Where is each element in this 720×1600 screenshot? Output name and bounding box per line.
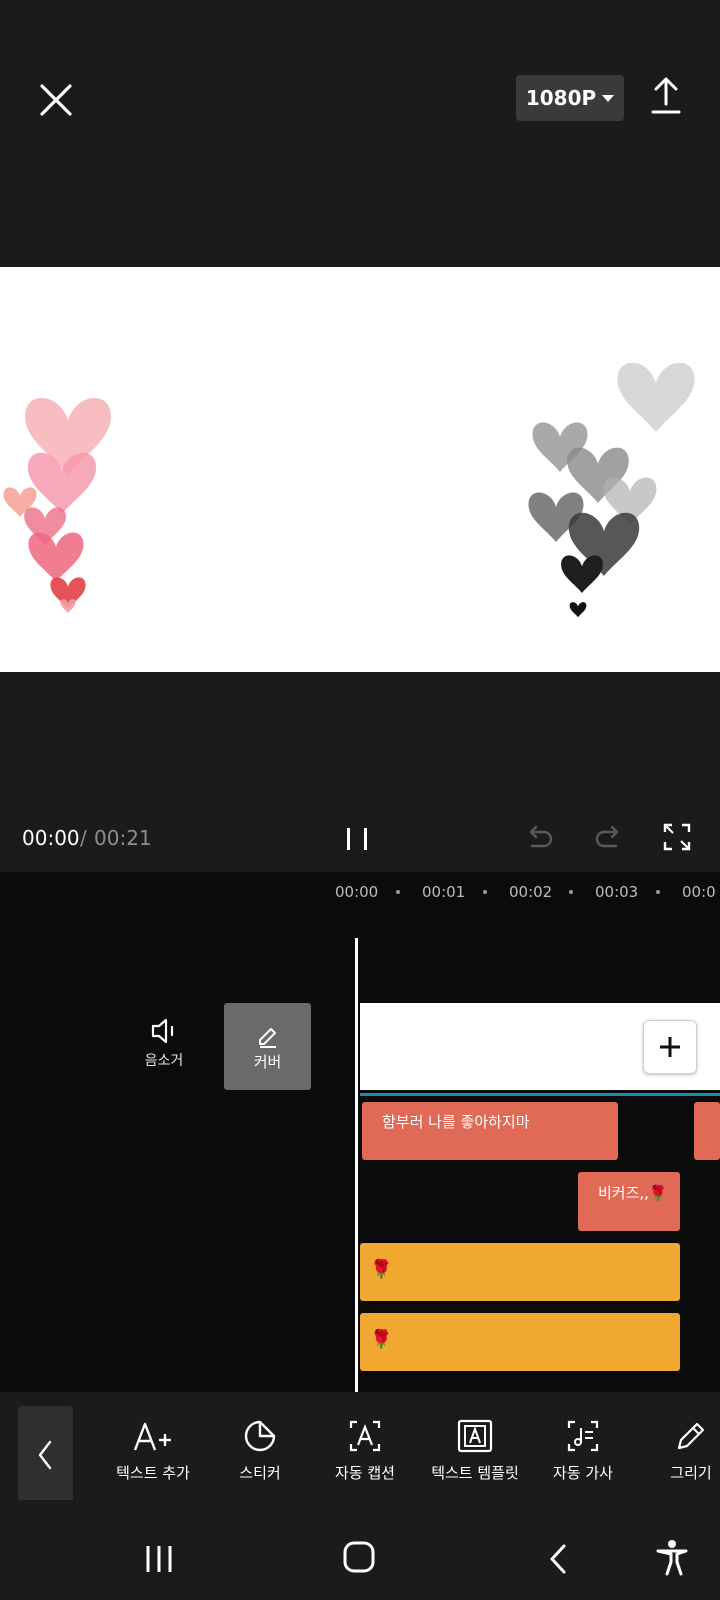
sticker-icon <box>244 1420 276 1452</box>
tool-label: 그리기 <box>670 1464 712 1482</box>
undo-icon <box>529 825 553 848</box>
ruler-label: 00:02 <box>509 883 553 901</box>
ruler-tick <box>656 890 660 894</box>
tool-text-template[interactable]: 텍스트 템플릿 <box>420 1418 530 1498</box>
accessibility-icon <box>656 1540 688 1576</box>
track-divider <box>360 1093 720 1096</box>
tool-label: 텍스트 추가 <box>116 1464 190 1482</box>
tool-label: 자동 가사 <box>553 1464 613 1482</box>
tool-auto-lyrics[interactable]: 자동 가사 <box>528 1418 638 1498</box>
tool-label: 자동 캡션 <box>335 1464 395 1482</box>
video-preview[interactable] <box>0 267 720 672</box>
ruler-tick <box>569 890 573 894</box>
fullscreen-button[interactable] <box>662 822 692 852</box>
tool-draw[interactable]: 그리기 <box>636 1418 720 1498</box>
tool-add-text[interactable]: 텍스트 추가 <box>98 1418 208 1498</box>
chevron-down-icon <box>602 94 615 102</box>
accessibility-button[interactable] <box>652 1538 692 1578</box>
tool-auto-caption[interactable]: 자동 캡션 <box>310 1418 420 1498</box>
auto-caption-icon <box>349 1420 381 1452</box>
recent-apps-icon <box>146 1546 172 1572</box>
pause-button[interactable] <box>344 824 372 854</box>
text-clip-partial[interactable] <box>694 1102 720 1160</box>
close-button[interactable] <box>34 78 78 122</box>
undo-button[interactable] <box>524 822 556 854</box>
add-clip-button[interactable] <box>643 1020 697 1074</box>
redo-button[interactable] <box>592 822 624 854</box>
time-separator: / <box>80 826 87 850</box>
pink-hearts <box>3 397 111 613</box>
ruler-tick <box>396 890 400 894</box>
auto-lyrics-icon <box>567 1420 599 1452</box>
resolution-button[interactable]: 1080P <box>516 75 624 121</box>
rose-sticker-thumb: 🌹 <box>370 1329 393 1350</box>
tool-label: 스티커 <box>239 1464 281 1482</box>
home-button[interactable] <box>340 1538 380 1578</box>
total-time: 00:21 <box>94 826 152 850</box>
plus-icon <box>660 1037 680 1057</box>
playhead[interactable] <box>355 938 358 1392</box>
ruler-label: 00:03 <box>595 883 639 901</box>
preview-hearts <box>3 362 695 618</box>
recent-apps-button[interactable] <box>140 1540 180 1580</box>
cover-label: 커버 <box>253 1053 282 1071</box>
chevron-left-icon <box>38 1440 52 1470</box>
current-time: 00:00 <box>22 826 80 850</box>
tool-label: 텍스트 템플릿 <box>431 1464 519 1482</box>
speaker-icon <box>151 1018 174 1044</box>
text-add-icon <box>133 1422 171 1451</box>
sticker-clip[interactable]: 🌹 <box>360 1243 680 1301</box>
ruler-label: 00:00 <box>335 883 379 901</box>
home-icon <box>343 1541 375 1573</box>
gray-hearts <box>528 362 695 618</box>
upload-icon <box>651 77 681 114</box>
resolution-label: 1080P <box>525 86 597 110</box>
text-clip[interactable]: 함부러 나를 좋아하지마 <box>362 1102 618 1160</box>
close-icon <box>40 84 72 116</box>
edit-icon <box>258 1028 276 1048</box>
text-clip[interactable]: 비커즈,,🌹 <box>578 1172 680 1231</box>
pause-icon <box>347 828 367 850</box>
sticker-clip[interactable]: 🌹 <box>360 1313 680 1371</box>
ruler-label: 00:01 <box>422 883 466 901</box>
tool-sticker[interactable]: 스티커 <box>205 1418 315 1498</box>
top-bar <box>0 0 720 267</box>
back-icon <box>550 1544 566 1574</box>
pen-icon <box>677 1422 705 1450</box>
mute-button[interactable]: 음소거 <box>136 1016 192 1086</box>
ruler-label: 00:0 <box>682 883 716 901</box>
text-template-icon <box>457 1419 493 1453</box>
fullscreen-icon <box>663 823 691 851</box>
redo-icon <box>595 825 619 848</box>
rose-sticker-thumb: 🌹 <box>370 1259 393 1280</box>
cover-button[interactable]: 커버 <box>224 1003 311 1090</box>
export-button[interactable] <box>646 74 686 118</box>
toolbar-back-button[interactable] <box>18 1406 73 1504</box>
ruler-tick <box>483 890 487 894</box>
mute-label: 음소거 <box>144 1053 184 1069</box>
system-back-button[interactable] <box>542 1540 578 1580</box>
